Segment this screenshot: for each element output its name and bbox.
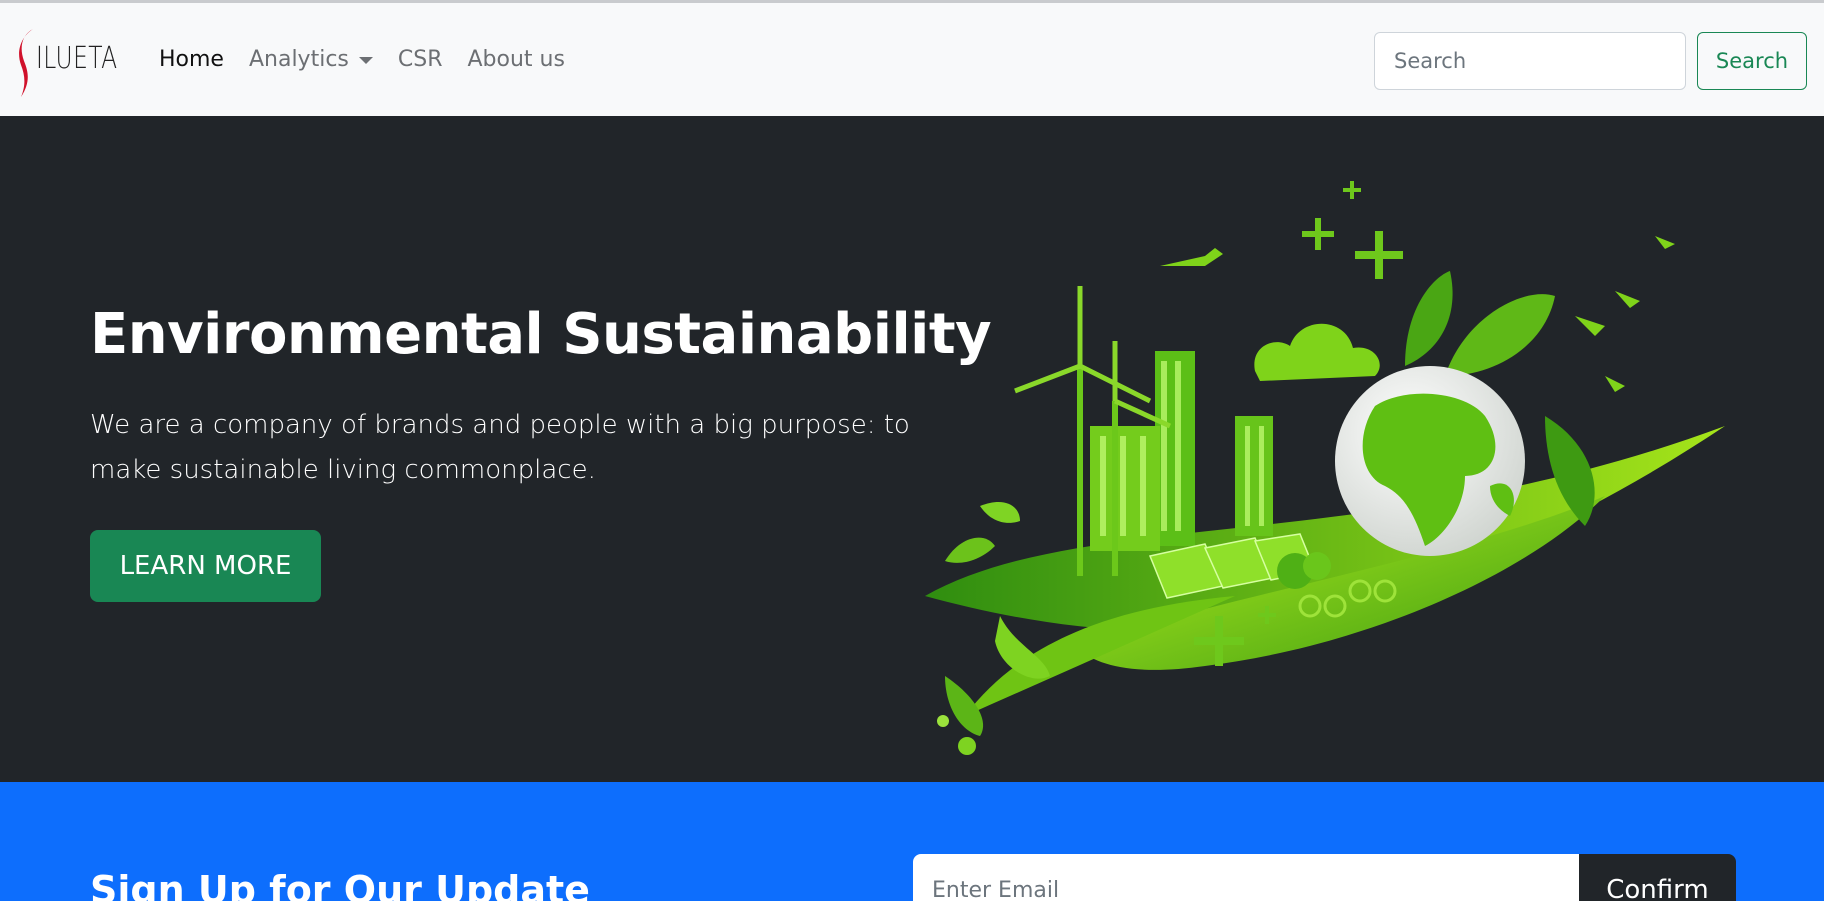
logo-swoosh-icon bbox=[19, 29, 33, 97]
brand-name: ILUETA bbox=[36, 41, 118, 76]
brand-logo[interactable]: ILUETA bbox=[18, 27, 128, 99]
hero-section: Environmental Sustainability We are a co… bbox=[0, 116, 1824, 782]
nav-about-us[interactable]: About us bbox=[468, 47, 565, 72]
eco-city-illustration bbox=[925, 181, 1725, 755]
caret-down-icon bbox=[358, 57, 373, 64]
hero-title: Environmental Sustainability bbox=[90, 302, 992, 367]
signup-section: Sign Up for Our Update Confirm bbox=[0, 782, 1824, 901]
nav-analytics-label: Analytics bbox=[248, 47, 349, 72]
nav-csr[interactable]: CSR bbox=[398, 47, 443, 72]
confirm-button[interactable]: Confirm bbox=[1579, 854, 1736, 901]
nav-home[interactable]: Home bbox=[159, 47, 224, 72]
email-field[interactable] bbox=[913, 854, 1579, 901]
learn-more-button[interactable]: LEARN MORE bbox=[90, 530, 321, 602]
search-input[interactable] bbox=[1374, 32, 1686, 90]
navbar: ILUETA Home Analytics CSR About us Searc… bbox=[0, 3, 1824, 116]
signup-title: Sign Up for Our Update bbox=[90, 868, 590, 901]
hero-description: We are a company of brands and people wi… bbox=[90, 410, 910, 485]
nav-analytics-dropdown[interactable]: Analytics bbox=[249, 47, 373, 72]
nav-links: Home Analytics CSR About us bbox=[159, 47, 590, 72]
search-button[interactable]: Search bbox=[1697, 32, 1807, 90]
